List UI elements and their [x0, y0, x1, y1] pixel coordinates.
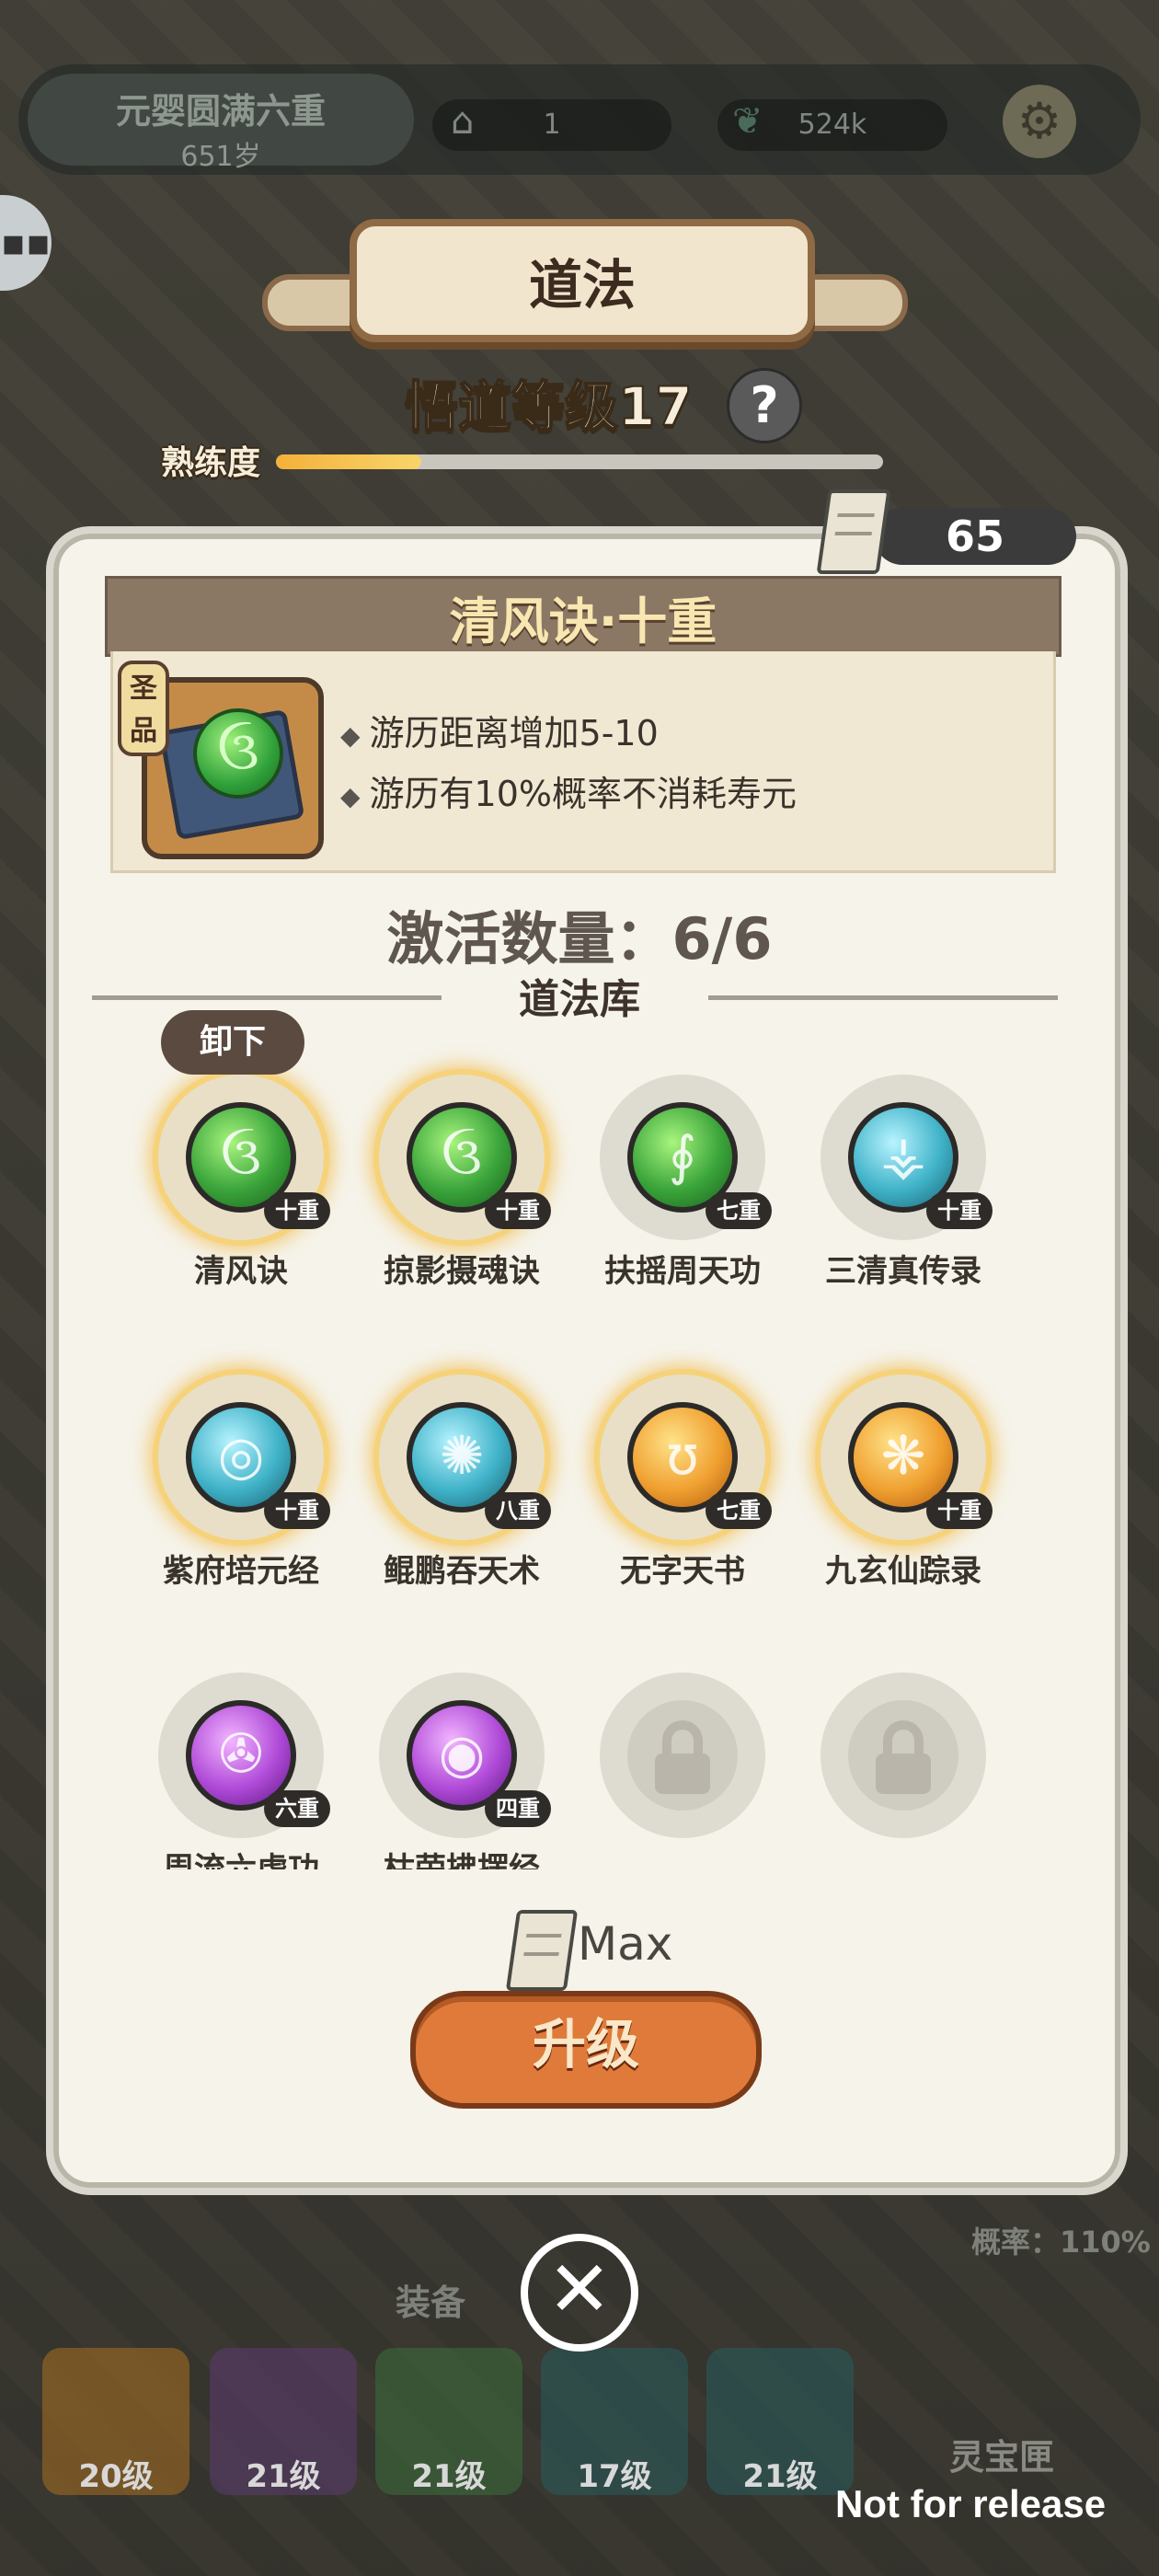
skill-name: 掠影摄魂诀 [384, 1253, 540, 1290]
skill-level-badge: 十重 [926, 1492, 993, 1529]
skill-name: 清风诀 [194, 1253, 288, 1290]
resource-2-value: 524k [798, 109, 867, 141]
realm-name: 元婴圆满六重 [115, 91, 326, 132]
skill-name: 九玄仙踪录 [825, 1553, 981, 1590]
skill-level-badge: 七重 [706, 1492, 772, 1529]
equip-level-1: 20级 [78, 2458, 154, 2495]
help-icon[interactable]: ? [727, 368, 802, 443]
scroll-icon [816, 489, 891, 574]
effect-2: ◆ 游历有10%概率不消耗寿元 [340, 765, 797, 816]
skill-name: 三清真传录 [825, 1253, 981, 1290]
max-label: Max [578, 1917, 673, 1971]
skill-level-badge: 六重 [264, 1790, 330, 1827]
skill-slot[interactable]: ◎ 十重 紫府培元经 [131, 1374, 351, 1595]
equip-level-4: 17级 [577, 2458, 652, 2495]
skill-level-badge: 十重 [926, 1192, 993, 1229]
effect-1: ◆ 游历距离增加5-10 [340, 705, 659, 755]
upgrade-button[interactable]: 升级 [410, 1991, 762, 2109]
resource-1: ⌂ 1 [432, 99, 671, 151]
grid-fade [103, 1869, 1060, 1897]
enlightenment-level: 悟道等级17 [404, 374, 694, 439]
gear-icon[interactable]: ⚙ [1003, 85, 1076, 158]
skill-slot[interactable]: ⚶ 十重 三清真传录 [793, 1075, 1014, 1295]
skill-name: 扶摇周天功 [604, 1253, 761, 1290]
skill-level-badge: 八重 [485, 1492, 551, 1529]
skill-slot[interactable]: ◉四重枯荣拂摆经 [351, 1673, 572, 1893]
watermark: Not for release [835, 2482, 1107, 2525]
skill-level-badge: 十重 [264, 1492, 330, 1529]
proficiency-fill [276, 454, 422, 469]
equip-level-5: 21级 [742, 2458, 818, 2495]
scroll-cost-icon [505, 1910, 579, 1991]
skill-slot[interactable]: ❋ 十重 九玄仙踪录 [793, 1374, 1014, 1595]
bullet-icon: ◆ [340, 781, 361, 811]
treasure-box-label[interactable]: 灵宝匣 [949, 2429, 1054, 2479]
effect-1-text: 游历距离增加5-10 [369, 713, 659, 753]
locked-slot [572, 1673, 793, 1893]
dialog-title: 道法 [350, 219, 815, 342]
active-count: 激活数量：6/6 [386, 905, 773, 972]
skill-slot[interactable]: ✺ 八重 鲲鹏吞天术 [351, 1374, 572, 1595]
skill-name: 无字天书 [620, 1553, 745, 1590]
resource-2: ❦ 524k [717, 99, 947, 151]
locked-slot [793, 1673, 1014, 1893]
lock-icon [627, 1700, 738, 1811]
realm-info: 元婴圆满六重 651岁 [28, 74, 414, 173]
grade-badge: 圣品 [118, 661, 169, 756]
equip-level-3: 21级 [411, 2458, 487, 2495]
dialog-header: 道法 [262, 219, 908, 342]
skill-level-badge: 十重 [264, 1192, 330, 1229]
unequip-button[interactable]: 卸下 [161, 1010, 304, 1075]
equipment-label: 装备 [396, 2283, 466, 2323]
skill-slot[interactable]: ✇六重周流六虚功 [131, 1673, 351, 1893]
skill-name: 紫府培元经 [163, 1553, 319, 1590]
skill-level-badge: 四重 [485, 1790, 551, 1827]
lock-icon [848, 1700, 958, 1811]
house-icon: ⌂ [451, 100, 475, 143]
skill-orb-icon: ઉ [193, 708, 283, 799]
bullet-icon: ◆ [340, 720, 361, 751]
skill-level-badge: 七重 [706, 1192, 772, 1229]
leaf-icon: ❦ [732, 100, 763, 143]
equip-level-2: 21级 [246, 2458, 321, 2495]
skill-slot[interactable]: ∮ 七重 扶摇周天功 [572, 1075, 793, 1295]
skill-slot[interactable]: ઉ 十重 掠影摄魂诀 [351, 1075, 572, 1295]
proficiency-bar [276, 454, 883, 469]
proficiency-label: 熟练度 [161, 444, 261, 482]
skill-level-badge: 十重 [485, 1192, 551, 1229]
scroll-count: 65 [874, 508, 1076, 565]
effect-2-text: 游历有10%概率不消耗寿元 [369, 774, 798, 814]
close-icon[interactable]: ✕ [521, 2234, 638, 2352]
skill-name: 鲲鹏吞天术 [384, 1553, 540, 1590]
skill-slot[interactable]: ઉ 十重 清风诀 [131, 1075, 351, 1295]
age: 651岁 [180, 141, 261, 173]
skill-slot[interactable]: ʊ 七重 无字天书 [572, 1374, 793, 1595]
resource-1-value: 1 [543, 109, 561, 141]
rate-text: 概率：110% [971, 2225, 1151, 2260]
selected-skill-name: 清风诀·十重 [105, 576, 1061, 657]
